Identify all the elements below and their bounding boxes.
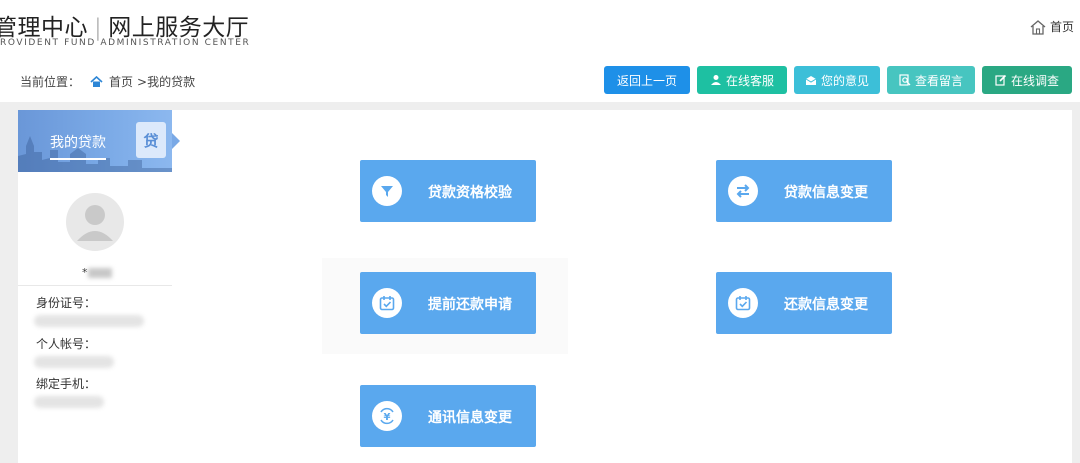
tile-label: 通讯信息变更 [428, 410, 512, 426]
account-number-label: 个人帐号： [36, 337, 97, 351]
tile-label: 贷款信息变更 [784, 185, 868, 201]
opinion-button[interactable]: 您的意见 [794, 66, 880, 94]
site-subtitle: ROVIDENT FUND ADMINISTRATION CENTER [0, 38, 251, 48]
home-link-label: 首页 [1049, 20, 1074, 34]
yen-cycle-icon: ¥ [372, 401, 402, 431]
header: 管理中心 | 网上服务大厅 ROVIDENT FUND ADMINISTRATION… [0, 0, 1080, 56]
username: * [82, 266, 112, 279]
home-icon [90, 75, 103, 87]
tile-contact-info-change[interactable]: ¥ 通讯信息变更 [360, 385, 536, 447]
tile-early-repayment-application[interactable]: 提前还款申请 [360, 272, 536, 334]
user-avatar-icon [77, 205, 113, 241]
person-icon [710, 75, 721, 85]
search-doc-icon [899, 74, 911, 86]
sidebar-divider [18, 285, 172, 286]
username-masked [87, 268, 112, 278]
calendar-check-icon [372, 288, 402, 318]
avatar [66, 193, 124, 251]
back-button[interactable]: 返回上一页 [604, 66, 690, 94]
svg-text:¥: ¥ [384, 412, 391, 423]
tile-repayment-info-change[interactable]: 还款信息变更 [716, 272, 892, 334]
home-icon [1030, 19, 1046, 35]
online-survey-button[interactable]: 在线调查 [982, 66, 1072, 94]
breadcrumb: 当前位置： 首页 >我的贷款 [20, 73, 195, 90]
online-service-label: 在线客服 [725, 73, 774, 88]
bound-phone-label: 绑定手机： [36, 377, 97, 391]
view-messages-button[interactable]: 查看留言 [887, 66, 975, 94]
tile-label: 还款信息变更 [784, 297, 868, 313]
id-number-value [34, 315, 144, 327]
tile-label: 提前还款申请 [428, 297, 512, 313]
online-service-button[interactable]: 在线客服 [697, 66, 787, 94]
online-survey-label: 在线调查 [1010, 73, 1059, 88]
tile-label: 贷款资格校验 [428, 185, 512, 201]
envelope-icon [805, 75, 817, 85]
sidebar-pointer [172, 133, 180, 149]
tile-loan-info-change[interactable]: 贷款信息变更 [716, 160, 892, 222]
breadcrumb-bar: 当前位置： 首页 >我的贷款 返回上一页 在线客服 您的意见 查看留言 在线调查 [0, 62, 1080, 100]
id-number-label: 身份证号： [36, 296, 97, 310]
opinion-label: 您的意见 [820, 73, 869, 88]
edit-icon [995, 74, 1007, 86]
filter-icon [372, 176, 402, 206]
sidebar-header[interactable]: 我的贷款 贷 [18, 110, 172, 172]
sidebar-title-underline [50, 158, 106, 160]
bound-phone-value [34, 396, 104, 408]
tile-loan-eligibility-check[interactable]: 贷款资格校验 [360, 160, 536, 222]
account-number-value [34, 356, 114, 368]
breadcrumb-home[interactable]: 首页 [109, 73, 133, 90]
site-title[interactable]: 管理中心 | 网上服务大厅 [0, 8, 249, 42]
sidebar-title: 我的贷款 [50, 135, 106, 151]
back-button-label: 返回上一页 [616, 73, 677, 88]
calendar-check-icon [728, 288, 758, 318]
loan-badge-icon: 贷 [136, 122, 166, 158]
home-link[interactable]: 首页 [1029, 18, 1074, 35]
breadcrumb-current: >我的贷款 [137, 75, 196, 89]
action-buttons: 返回上一页 在线客服 您的意见 查看留言 在线调查 [604, 66, 1072, 94]
swap-arrows-icon [728, 176, 758, 206]
view-messages-label: 查看留言 [914, 73, 963, 88]
breadcrumb-prefix: 当前位置： [20, 75, 81, 89]
loan-badge-label: 贷 [143, 131, 159, 150]
